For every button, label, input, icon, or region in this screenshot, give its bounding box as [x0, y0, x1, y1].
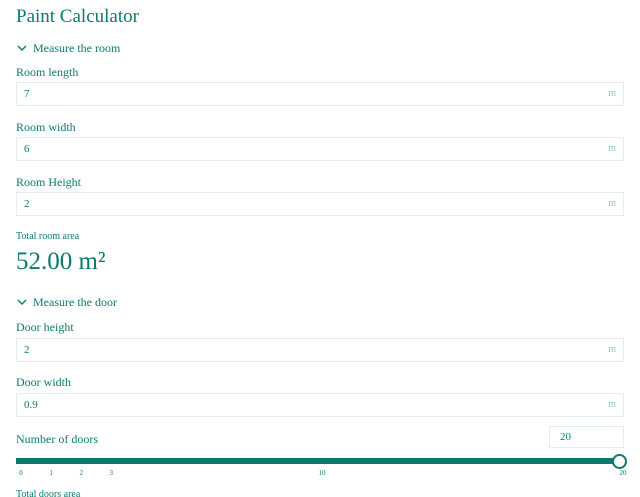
room-length-unit: m	[608, 88, 616, 99]
door-section-toggle[interactable]: Measure the door	[16, 295, 117, 309]
room-width-unit: m	[608, 143, 616, 154]
slider-tick-label: 10	[318, 469, 326, 477]
door-height-unit: m	[608, 344, 616, 355]
room-width-input[interactable]	[17, 138, 604, 160]
number-of-doors-field	[549, 426, 624, 448]
total-room-area-value: 52.00 m²	[16, 248, 106, 275]
chevron-down-icon	[17, 299, 27, 305]
slider-thumb[interactable]	[612, 454, 627, 469]
room-length-field: m	[16, 82, 624, 106]
room-section-label: Measure the room	[33, 41, 121, 55]
number-of-doors-slider[interactable]: 0 1 2 3 10 20	[16, 452, 627, 482]
door-height-label: Door height	[16, 320, 74, 334]
number-of-doors-label: Number of doors	[16, 432, 98, 446]
room-length-input[interactable]	[17, 83, 604, 105]
room-width-field: m	[16, 137, 624, 161]
slider-tick-label: 20	[619, 469, 627, 477]
chevron-down-icon	[17, 45, 27, 51]
door-height-field: m	[16, 338, 624, 362]
room-length-label: Room length	[16, 65, 79, 79]
door-section-label: Measure the door	[33, 295, 117, 309]
door-width-input[interactable]	[17, 394, 604, 416]
door-width-label: Door width	[16, 375, 71, 389]
slider-tick-label: 2	[79, 469, 83, 477]
total-room-area-label: Total room area	[16, 231, 80, 242]
number-of-doors-input[interactable]	[550, 427, 620, 447]
slider-tick-label: 0	[19, 469, 23, 477]
room-section-toggle[interactable]: Measure the room	[16, 41, 120, 55]
slider-track[interactable]	[16, 458, 618, 464]
page-title: Paint Calculator	[16, 6, 139, 27]
room-width-label: Room width	[16, 120, 76, 134]
total-doors-area-label: Total doors area	[16, 489, 81, 497]
slider-tick-label: 3	[109, 469, 114, 477]
slider-tick-label: 1	[49, 469, 53, 477]
room-height-input[interactable]	[17, 193, 604, 215]
room-height-label: Room Height	[16, 175, 81, 189]
door-height-input[interactable]	[17, 339, 604, 361]
door-width-unit: m	[608, 399, 616, 410]
slider-fill	[16, 458, 618, 464]
door-width-field: m	[16, 393, 624, 417]
room-height-field: m	[16, 192, 624, 216]
room-height-unit: m	[608, 198, 616, 209]
